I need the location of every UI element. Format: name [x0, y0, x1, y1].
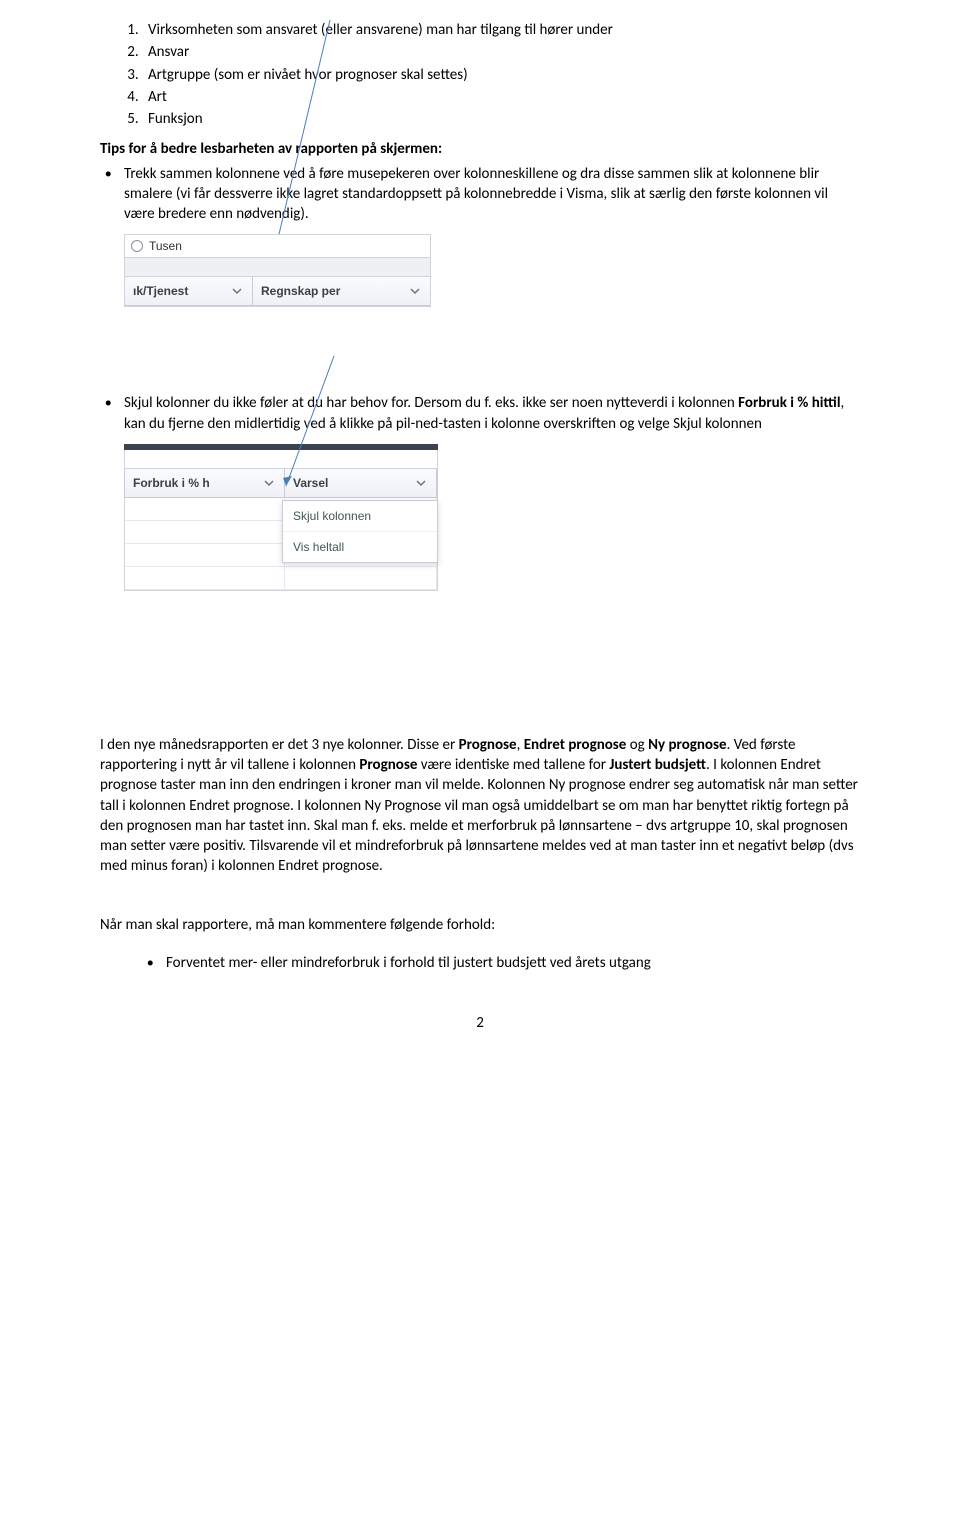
- bullet-expected-deviation: Forventet mer- eller mindreforbruk i for…: [160, 953, 860, 973]
- text-run: være identiske med tallene for: [417, 756, 609, 774]
- bold-run: Forbruk i % hittil: [738, 394, 840, 412]
- screenshot-1-header: ık/Tjenest Regnskap per: [125, 277, 430, 306]
- tips-heading: Tips for å bedre lesbarheten av rapporte…: [100, 139, 860, 159]
- cell-empty: [125, 567, 285, 589]
- bullet-hide-columns: Skjul kolonner du ikke føler at du har b…: [118, 393, 860, 434]
- paragraph-report-intro: Når man skal rapportere, må man kommente…: [100, 915, 860, 935]
- bold-run: Justert budsjett: [609, 756, 706, 774]
- page-content: Virksomheten som ansvaret (eller ansvare…: [0, 0, 960, 1073]
- column-label: Regnskap per: [261, 283, 340, 299]
- bold-run: Ny prognose: [648, 736, 726, 754]
- bold-run: Prognose: [359, 756, 417, 774]
- radio-label: Tusen: [149, 238, 182, 254]
- text-run: Skjul kolonner du ikke føler at du har b…: [124, 394, 738, 412]
- column-label: ık/Tjenest: [133, 283, 188, 299]
- screenshot-1-toprow: Tusen: [125, 235, 430, 258]
- bullet-list-2: Skjul kolonner du ikke føler at du har b…: [100, 393, 860, 434]
- paragraph-new-columns: I den nye månedsrapporten er det 3 nye k…: [100, 735, 860, 877]
- menu-item-show-whole[interactable]: Vis heltall: [283, 532, 437, 562]
- list-item-1: Virksomheten som ansvaret (eller ansvare…: [142, 20, 860, 40]
- text-run: og: [626, 736, 648, 754]
- menu-item-hide-column[interactable]: Skjul kolonnen: [283, 501, 437, 532]
- bold-run: Endret prognose: [524, 736, 627, 754]
- bold-run: Prognose: [459, 736, 517, 754]
- text-run: ,: [517, 736, 524, 754]
- table-row: [125, 567, 437, 590]
- chevron-down-icon[interactable]: [408, 284, 422, 298]
- column-label: Forbruk i % h: [133, 475, 210, 491]
- column-header-regnskap[interactable]: Regnskap per: [253, 277, 430, 305]
- screenshot-1-wrap: Tusen ık/Tjenest Regnskap per: [124, 234, 860, 307]
- list-item-3: Artgruppe (som er nivået hvor prognoser …: [142, 65, 860, 85]
- screenshot-1: Tusen ık/Tjenest Regnskap per: [124, 234, 431, 307]
- screenshot-1-spacer: [125, 258, 430, 277]
- cell-empty: [285, 567, 437, 589]
- bullet-list-3: Forventet mer- eller mindreforbruk i for…: [142, 953, 860, 973]
- cell-empty: [125, 521, 285, 543]
- cell-empty: [125, 498, 285, 520]
- column-dropdown-menu: Skjul kolonnen Vis heltall: [282, 500, 438, 563]
- list-item-5: Funksjon: [142, 109, 860, 129]
- bullet-resize-columns: Trekk sammen kolonnene ved å føre musepe…: [118, 164, 860, 225]
- page-number: 2: [100, 1013, 860, 1033]
- chevron-down-icon[interactable]: [230, 284, 244, 298]
- screenshot-2-wrap: Forbruk i % h Varsel: [124, 444, 860, 591]
- bullet-list-1: Trekk sammen kolonnene ved å føre musepe…: [100, 164, 860, 225]
- column-header-tjeneste[interactable]: ık/Tjenest: [125, 277, 253, 305]
- numbered-list: Virksomheten som ansvaret (eller ansvare…: [142, 20, 860, 129]
- text-run: I den nye månedsrapporten er det 3 nye k…: [100, 736, 459, 754]
- radio-off-icon[interactable]: [131, 240, 143, 252]
- cell-empty: [125, 544, 285, 566]
- chevron-down-icon[interactable]: [414, 476, 428, 490]
- list-item-2: Ansvar: [142, 42, 860, 62]
- arrow-icon: [234, 356, 354, 496]
- list-item-4: Art: [142, 87, 860, 107]
